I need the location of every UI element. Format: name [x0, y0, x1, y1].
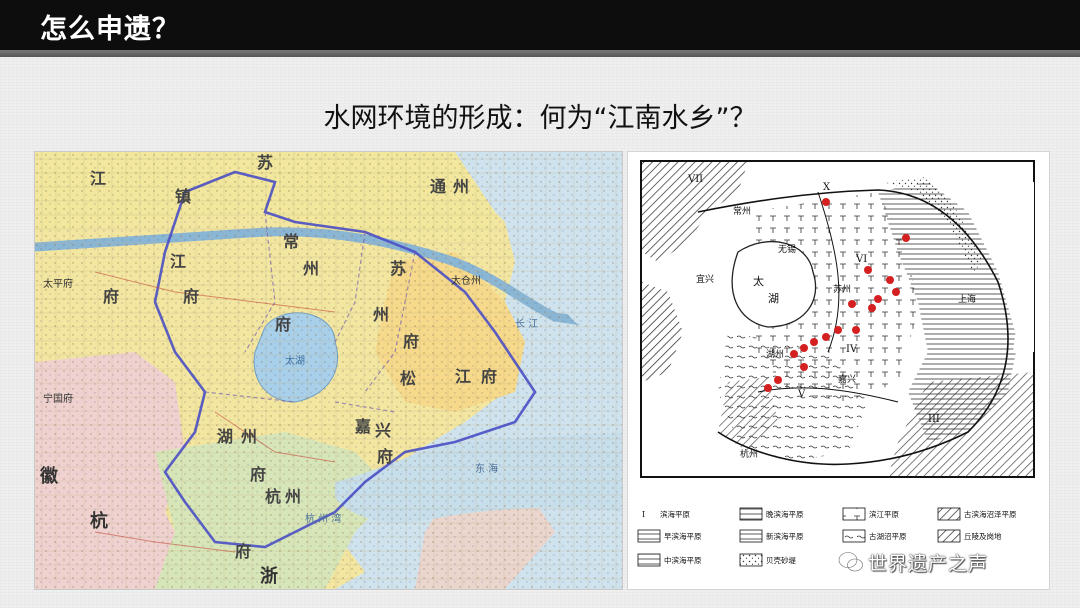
label-suzhou: 苏州 [833, 283, 851, 295]
label-fu-c: 府 [275, 315, 291, 334]
label-vii: VII [687, 174, 703, 185]
legend-text: 贝壳砂堤 [766, 555, 796, 565]
label-wuxi: 无锡 [778, 244, 796, 255]
label-hang2: 杭 [90, 510, 108, 532]
label-ningguo: 宁国府 [43, 392, 73, 405]
label-zhou: 州 [302, 259, 319, 278]
label-su-fu: 苏 [390, 259, 406, 278]
slide-subtitle: 水网环境的形成：何为“江南水乡”？ [323, 103, 757, 134]
label-iii: III [928, 414, 940, 425]
wechat-icon [838, 551, 864, 572]
label-fu-h: 府 [377, 447, 393, 466]
label-taicang: 太仓州 [451, 274, 481, 287]
label-jiaxing: 嘉兴 [838, 373, 856, 385]
label-hu: 湖 [217, 427, 233, 446]
label-iv: IV [846, 344, 858, 355]
legend-item: 丘陵及岗地 [937, 529, 1002, 543]
label-taiping: 太平府 [43, 277, 73, 290]
label-hui: 徽 [39, 465, 59, 487]
label-zhe: 浙 [260, 565, 278, 587]
label-hu: 湖 [768, 292, 779, 305]
legend-item: 新滨海平原 [739, 529, 804, 543]
label-tong: 通 [430, 177, 446, 196]
legend-item: 滨江平原 [842, 507, 899, 521]
label-fu-b: 府 [183, 287, 199, 306]
legend-text: 晚滨海平原 [766, 509, 804, 519]
label-zhou4: 州 [452, 177, 469, 196]
legend-item: 古滨海沼泽平原 [937, 507, 1017, 521]
label-zhen: 镇 [175, 187, 191, 206]
label-taihu: 太湖 [285, 354, 305, 367]
label-zhou3: 州 [284, 487, 301, 506]
watermark: 世界遗产之声 [838, 548, 988, 576]
legend-item: 早滨海平原 [637, 529, 702, 543]
legend-code: I [642, 510, 645, 519]
label-jia: 嘉 [354, 417, 371, 436]
page-title: 怎么申遗？ [40, 14, 180, 45]
label-huzhou: 湖州 [766, 349, 784, 360]
label-yangzi: 长 江 [515, 318, 538, 330]
legend-item: 贝壳砂堤 [739, 553, 796, 567]
title-bar-divider [0, 50, 1080, 57]
legend-text: 古湖沼平原 [869, 531, 907, 541]
label-fu-f: 府 [250, 465, 266, 484]
label-hang: 杭 [265, 487, 281, 506]
label-x: X [823, 182, 831, 193]
label-hangzhou: 杭州 [740, 448, 758, 460]
label-zhou2: 州 [240, 427, 257, 446]
legend-item: 中滨海平原 [637, 553, 702, 567]
legend-text: 中滨海平原 [664, 555, 702, 565]
label-xing: 兴 [375, 421, 391, 440]
geomorphology-map-drawing: 太 湖 杭州 上海 苏州 无锡 常州 宜兴 湖州 嘉兴 IV VI VII V … [628, 152, 1049, 589]
legend-text: 滨海平原 [660, 509, 690, 519]
label-jiang: 江 [90, 169, 106, 188]
geomorphology-map-image: 太 湖 杭州 上海 苏州 无锡 常州 宜兴 湖州 嘉兴 IV VI VII V … [627, 151, 1050, 590]
label-fu-d: 府 [403, 332, 419, 351]
label-tai: 太 [753, 275, 764, 288]
label-donghai: 东 海 [475, 462, 498, 475]
title-bar: 怎么申遗？ [0, 0, 1080, 50]
label-vi: VI [855, 254, 867, 265]
label-hangzhouwan: 杭 州 湾 [305, 512, 341, 525]
historical-map-drawing: 江 镇 江 府 府 常 州 府 苏 州 府 松 江 府 湖 州 府 杭 州 府 … [35, 152, 622, 589]
historical-map-image: 江 镇 江 府 府 常 州 府 苏 州 府 松 江 府 湖 州 府 杭 州 府 … [34, 151, 623, 590]
label-v: V [797, 389, 806, 400]
label-yixing: 宜兴 [696, 273, 714, 285]
label-fu-g: 府 [235, 542, 251, 561]
label-fu-a: 府 [103, 287, 119, 306]
label-jiang2: 江 [170, 252, 186, 271]
label-su: 苏 [257, 153, 273, 172]
label-fu-e: 府 [481, 367, 497, 386]
legend-text: 古滨海沼泽平原 [964, 509, 1017, 519]
legend-text: 新滨海平原 [766, 531, 804, 541]
legend-text: 滨江平原 [869, 509, 899, 519]
watermark-text: 世界遗产之声 [868, 552, 989, 575]
label-changzhou: 常州 [733, 205, 751, 217]
label-shanghai: 上海 [958, 293, 976, 305]
label-song: 松 [400, 369, 416, 388]
label-zhou-fu: 州 [372, 305, 389, 324]
label-jiang-fu: 江 [455, 367, 471, 386]
legend-text: 早滨海平原 [664, 531, 702, 541]
legend-text: 丘陵及岗地 [964, 531, 1002, 541]
label-chang: 常 [283, 232, 299, 251]
legend-item: 古湖沼平原 [842, 529, 907, 543]
legend-item: 晚滨海平原 [739, 507, 804, 521]
